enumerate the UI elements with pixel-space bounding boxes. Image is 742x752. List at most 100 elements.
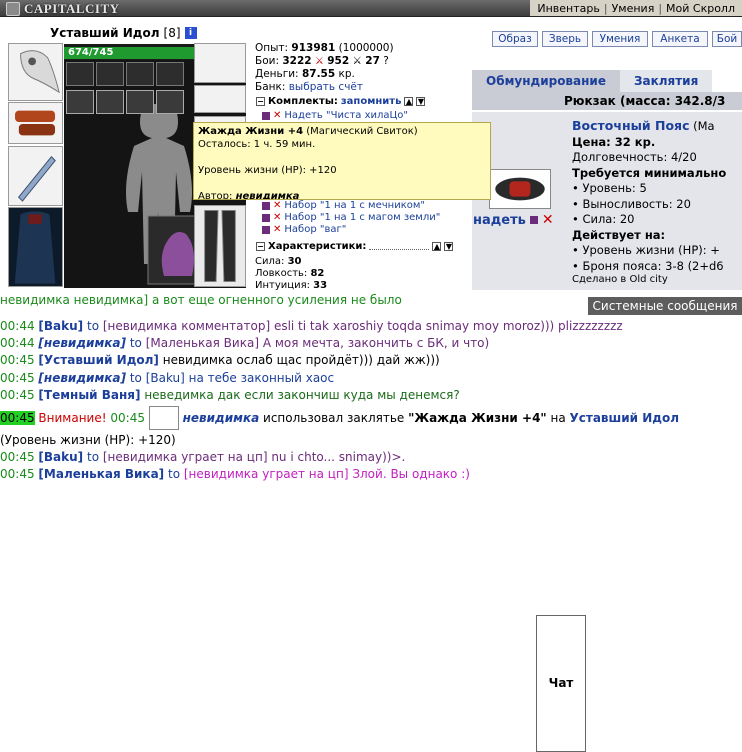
chat-text: невидимка ослаб щас пройдёт))) дай жж))): [158, 353, 440, 368]
chat-target[interactable]: [невидимка уграет на цп]: [184, 467, 349, 481]
battles-draw: 27: [365, 55, 380, 67]
set-row[interactable]: ✕ Надеть "Чиста хилаЦо": [262, 110, 408, 122]
scroll-slot-1[interactable]: [66, 90, 94, 114]
chat-nick[interactable]: [невидимка]: [38, 371, 126, 385]
weapon-slot[interactable]: [8, 146, 63, 206]
battle-button[interactable]: Бой: [712, 31, 742, 47]
delete-set-icon[interactable]: ✕: [273, 224, 281, 236]
drop-item-icon[interactable]: ✕: [542, 212, 554, 228]
gloves-slot[interactable]: [194, 85, 246, 113]
chat-nick[interactable]: [Baku]: [38, 319, 83, 333]
chat-target[interactable]: [невидимка уграет на цп]: [103, 450, 268, 464]
scroll-icon: [148, 406, 179, 431]
armor-slot[interactable]: [8, 207, 63, 287]
sets-up-icon[interactable]: ▲: [404, 97, 414, 106]
info-icon[interactable]: i: [184, 27, 197, 39]
collapse-characteristics-icon[interactable]: −: [256, 242, 265, 251]
chat-text: Злой. Вы однако :): [348, 467, 470, 482]
item-req: • Выносливость: 20: [572, 196, 691, 211]
characteristics-header: − Характеристики: ▲ ▼: [256, 241, 454, 252]
collapse-sets-icon[interactable]: −: [256, 97, 265, 106]
earrings-slot[interactable]: [194, 43, 246, 83]
chat-nick[interactable]: [Темный Ваня]: [38, 388, 140, 402]
logo: CAPITALCITY: [0, 0, 126, 17]
chat-nick[interactable]: [невидимка]: [38, 336, 126, 350]
sets-list: ✕ Надеть "Чиста хилаЦо": [262, 110, 408, 122]
chat-line: 00:44 [Baku] to [невидимка комментатор] …: [0, 318, 742, 335]
scroll-slot-2[interactable]: [96, 90, 124, 114]
characteristics-title: Характеристики:: [268, 241, 367, 252]
legs-slot[interactable]: [194, 205, 246, 287]
stat-row: Ловкость: 82: [255, 268, 325, 279]
spell-target[interactable]: Уставший Идол: [570, 411, 680, 425]
delete-set-icon[interactable]: ✕: [273, 212, 281, 224]
chat-target[interactable]: [невидимка комментатор]: [103, 319, 270, 333]
chat-time[interactable]: 00:45: [0, 410, 35, 425]
chat-time[interactable]: 00:44: [0, 336, 35, 350]
chat-time[interactable]: 00:45: [0, 371, 35, 385]
menu-my-scroll[interactable]: Мой Скролл: [663, 2, 738, 15]
bank-select-link[interactable]: выбрать счёт: [289, 81, 363, 93]
set-label[interactable]: Набор "ваг": [284, 224, 346, 236]
greaves-icon: [204, 209, 236, 283]
chat-time[interactable]: 00:44: [0, 319, 35, 333]
profile-button[interactable]: Анкета: [652, 31, 708, 47]
menu-skills[interactable]: Умения: [609, 2, 658, 15]
image-button[interactable]: Образ: [492, 31, 538, 47]
ring-slot-2[interactable]: [96, 62, 124, 86]
character-level: [8]: [163, 26, 181, 40]
battles-win: 3222: [282, 55, 312, 67]
chat-time[interactable]: 00:45: [0, 353, 35, 367]
skills-button[interactable]: Умения: [592, 31, 648, 47]
wear-link[interactable]: надеть: [473, 213, 526, 228]
tab-spells[interactable]: Заклятия: [619, 70, 713, 92]
chat-target[interactable]: [Baku]: [146, 371, 185, 385]
set-label[interactable]: Набор "1 на 1 с магом земли": [284, 212, 440, 224]
ring-slot-3[interactable]: [126, 62, 154, 86]
chat-target[interactable]: [Маленькая Вика]: [146, 336, 259, 350]
panel-tabs: Обмундирование Заклятия: [472, 70, 742, 92]
chat-text: на: [546, 410, 570, 425]
battles-label: Бои:: [255, 55, 279, 67]
scroll-slot-4[interactable]: [156, 90, 184, 114]
chat-time[interactable]: 00:45: [0, 450, 35, 464]
chat-time[interactable]: 00:45: [0, 388, 35, 402]
helmet-slot[interactable]: [8, 43, 63, 101]
delete-set-icon[interactable]: ✕: [273, 200, 281, 212]
chat-nick[interactable]: [Уставший Идол]: [38, 353, 159, 367]
tooltip-author: невидимка: [235, 191, 300, 200]
chat-to: to: [87, 319, 100, 333]
remember-set-link[interactable]: запомнить: [341, 96, 402, 107]
chat-nick[interactable]: [Маленькая Вика]: [38, 467, 164, 481]
character-name[interactable]: Уставший Идол: [50, 26, 160, 40]
characteristics-up-icon[interactable]: ▲: [432, 242, 442, 251]
item-durability: Долговечность: 4/20: [572, 150, 697, 164]
item-action-icon[interactable]: [529, 216, 538, 224]
amulet-slot[interactable]: [156, 62, 184, 86]
ring-slot-1[interactable]: [66, 62, 94, 86]
set-label[interactable]: Набор "1 на 1 с мечником": [284, 200, 425, 212]
chat-nick[interactable]: [Baku]: [38, 450, 83, 464]
caster-nick[interactable]: невидимка: [183, 411, 260, 425]
chat-line: 00:45 [Маленькая Вика] to [невидимка угр…: [0, 466, 742, 483]
item-name[interactable]: Восточный Пояс: [572, 118, 689, 133]
spell-tooltip: Жажда Жизни +4 (Магический Свиток) Остал…: [193, 122, 491, 200]
bracer-slot[interactable]: [8, 102, 63, 144]
characteristics-down-icon[interactable]: ▼: [444, 242, 454, 251]
set-row[interactable]: ✕ Набор "1 на 1 с магом земли": [262, 212, 440, 224]
tab-system-messages[interactable]: Системные сообщения: [588, 297, 742, 315]
pet-button[interactable]: Зверь: [542, 31, 588, 47]
set-label[interactable]: Надеть "Чиста хилаЦо": [284, 110, 408, 122]
chat-time[interactable]: 00:45: [0, 467, 35, 481]
set-row[interactable]: ✕ Набор "ваг": [262, 224, 440, 236]
menu-inventory[interactable]: Инвентарь: [534, 2, 602, 15]
scroll-slot-3[interactable]: [126, 90, 154, 114]
chat-tabs: невидимка невидимка] а вот еще огненного…: [0, 293, 742, 752]
tab-equipment[interactable]: Обмундирование: [472, 70, 620, 92]
set-row[interactable]: ✕ Набор "1 на 1 с мечником": [262, 200, 440, 212]
chat-line: 00:45 [невидимка] to [Baku] на тебе зако…: [0, 370, 742, 387]
delete-set-icon[interactable]: ✕: [273, 110, 281, 122]
tab-chat[interactable]: Чат: [536, 615, 586, 752]
sets-down-icon[interactable]: ▼: [416, 97, 426, 106]
chat-text: на тебе законный хаос: [184, 370, 335, 385]
